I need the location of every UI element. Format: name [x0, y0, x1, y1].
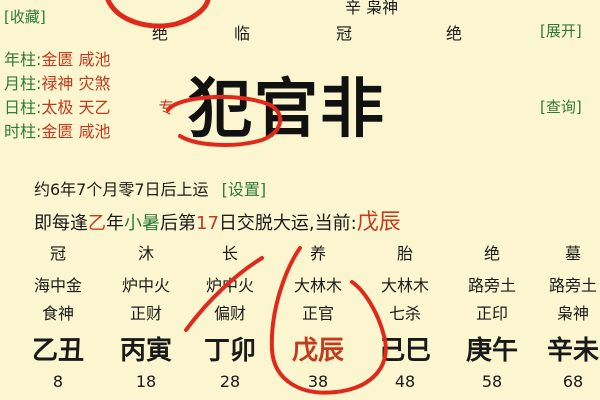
- annotation-arc-left: [184, 256, 264, 332]
- annotation-circle-tianyi: [166, 94, 282, 147]
- annotation-arc-top: [105, 0, 211, 29]
- annotation-circle-wuchen: [269, 246, 388, 395]
- annotation-overlay: [105, 0, 388, 395]
